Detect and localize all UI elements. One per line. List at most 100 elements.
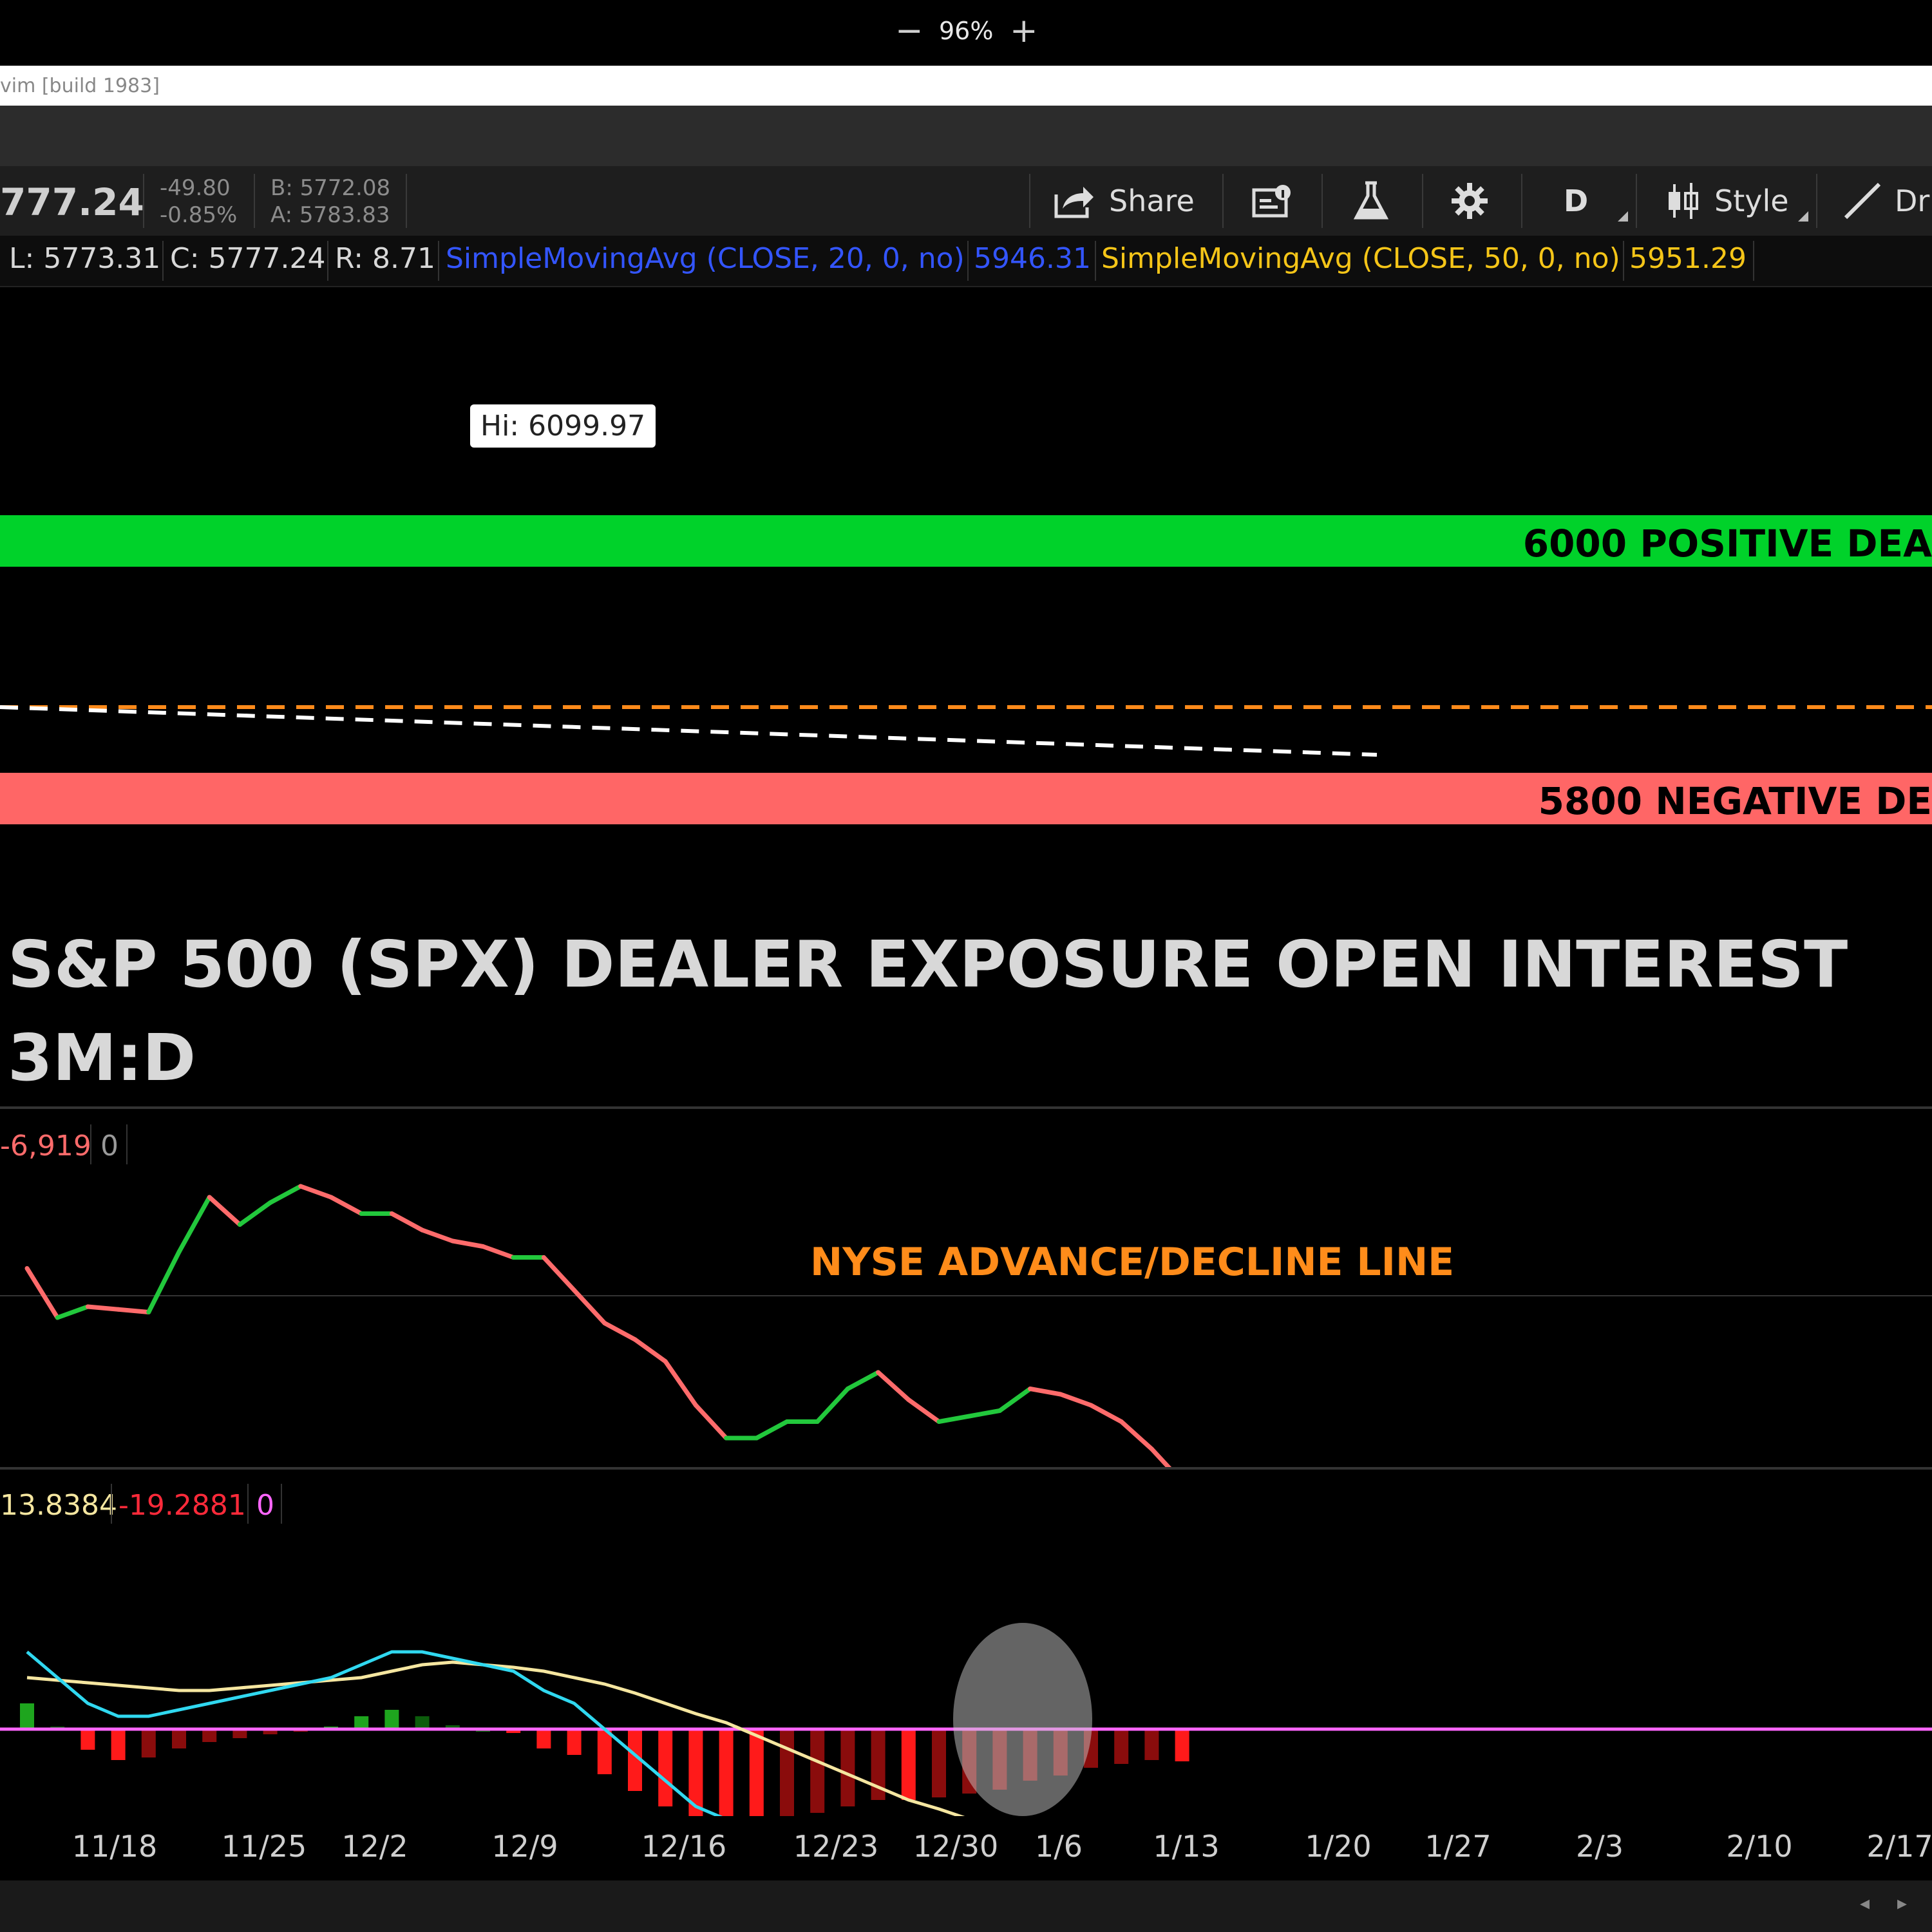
pane-separator[interactable]	[0, 1106, 1932, 1109]
macd-histogram-bar	[111, 1729, 126, 1760]
ad-line-segment	[1028, 1387, 1063, 1397]
share-button[interactable]: Share	[1054, 166, 1195, 236]
ad-line-segment	[663, 1359, 698, 1408]
sma50-value: 5951.29	[1629, 242, 1747, 275]
low-value: L: 5773.31	[9, 242, 161, 275]
ad-line-segment	[1088, 1403, 1124, 1424]
info-card-icon	[1252, 185, 1291, 218]
macd-histogram-bar	[202, 1729, 217, 1742]
macd-value: 13.8384	[0, 1489, 117, 1522]
style-label: Style	[1714, 184, 1789, 218]
date-axis-tick-label: 12/9	[491, 1829, 558, 1864]
date-axis-tick-label: 1/27	[1425, 1829, 1492, 1864]
ad-line-segment	[55, 1304, 90, 1320]
ad-line-segment	[389, 1211, 425, 1233]
sma20-study-label[interactable]: SimpleMovingAvg (CLOSE, 20, 0, no)	[446, 242, 965, 275]
studies-button[interactable]	[1352, 166, 1390, 236]
date-axis-tick-label: 2/3	[1575, 1829, 1624, 1864]
macd-histogram-bar	[172, 1729, 186, 1748]
pane-separator[interactable]	[0, 1467, 1932, 1470]
zoom-in-button[interactable]: +	[1010, 12, 1038, 50]
ad-line-segment	[754, 1419, 790, 1441]
ad-line-segment	[936, 1414, 972, 1424]
macd-histogram-bar	[384, 1710, 399, 1729]
ad-line-segment	[602, 1321, 638, 1342]
macd-histogram-bar	[1144, 1729, 1159, 1760]
ad-line-segment	[146, 1249, 182, 1314]
date-axis-tick-label: 12/16	[641, 1829, 727, 1864]
ad-line-segment	[815, 1387, 850, 1424]
scroll-right-icon[interactable]: ▸	[1897, 1892, 1907, 1915]
ad-line-segment	[1119, 1419, 1154, 1452]
ad-line-segment	[328, 1195, 364, 1216]
macd-histogram-bar	[719, 1729, 734, 1816]
advance-decline-chart[interactable]	[0, 1167, 1932, 1470]
window-title-bar: vim [build 1983]	[0, 66, 1932, 106]
ad-line-segment	[845, 1370, 881, 1391]
gear-icon	[1452, 183, 1488, 219]
date-axis-tick-label: 2/10	[1726, 1829, 1793, 1864]
dropdown-corner-icon	[1618, 211, 1628, 222]
style-button[interactable]: Style	[1665, 166, 1789, 236]
share-label: Share	[1109, 184, 1195, 218]
date-axis-tick-label: 1/20	[1305, 1829, 1372, 1864]
ad-line-segment	[450, 1238, 486, 1249]
scroll-left-icon[interactable]: ◂	[1860, 1892, 1870, 1915]
zoom-level: 96%	[939, 17, 994, 45]
chart-overlay-title: S&P 500 (SPX) DEALER EXPOSURE OPEN INTER…	[8, 918, 1848, 1104]
macd-histogram-bar	[658, 1729, 673, 1806]
ad-line-label: NYSE ADVANCE/DECLINE LINE	[810, 1240, 1455, 1285]
range-value: R: 8.71	[335, 242, 435, 275]
macd-histogram-bar	[810, 1729, 825, 1813]
ad-line-segment	[480, 1244, 516, 1260]
macd-avg-value: -19.2881	[118, 1489, 246, 1522]
ad-line-segment	[541, 1255, 577, 1293]
aggregation-selector[interactable]: D	[1564, 166, 1588, 236]
sma50-study-label[interactable]: SimpleMovingAvg (CLOSE, 50, 0, no)	[1101, 242, 1620, 275]
zoom-bar: − 96% +	[0, 0, 1932, 66]
ad-line-segment	[632, 1337, 668, 1364]
highlight-ellipse	[953, 1623, 1092, 1816]
last-price: 777.24	[0, 180, 144, 224]
date-axis-tick-label: 12/2	[341, 1829, 408, 1864]
macd-histogram-bar	[780, 1729, 794, 1816]
macd-histogram-bar	[354, 1716, 369, 1729]
trendline-dashed-line	[0, 705, 1378, 757]
macd-chart[interactable]	[0, 1526, 1932, 1816]
ad-line-segment	[420, 1227, 455, 1244]
settings-button[interactable]	[1450, 166, 1489, 236]
bid-price: B: 5772.08	[270, 175, 391, 201]
flask-icon	[1353, 181, 1389, 220]
ad-line-segment	[906, 1397, 942, 1424]
date-axis-tick-label: 11/18	[71, 1829, 158, 1864]
macd-zero: 0	[256, 1489, 274, 1522]
company-profile-button[interactable]	[1252, 166, 1293, 236]
ad-line-segment	[237, 1200, 273, 1227]
zoom-out-button[interactable]: −	[895, 12, 923, 50]
horizontal-scrollbar[interactable]: ◂ ▸	[0, 1880, 1932, 1932]
aggregation-label: D	[1564, 184, 1589, 218]
ad-line-segment	[207, 1195, 242, 1227]
date-axis-tick-label: 1/13	[1153, 1829, 1220, 1864]
macd-histogram-bar	[20, 1703, 34, 1729]
dropdown-corner-icon	[1798, 211, 1808, 222]
drawings-button[interactable]: Dr	[1843, 166, 1929, 236]
macd-histogram-bar	[536, 1729, 551, 1748]
macd-histogram-bar	[901, 1729, 916, 1800]
macd-histogram-bar	[932, 1729, 946, 1797]
date-axis-tick-label: 12/30	[913, 1829, 999, 1864]
ad-line-segment	[1058, 1392, 1094, 1408]
ad-line-segment	[693, 1403, 729, 1441]
ad-value: -6,919	[0, 1130, 91, 1162]
quote-toolbar: 777.24 -49.80 -0.85% B: 5772.08 A: 5783.…	[0, 166, 1932, 237]
price-chart[interactable]	[0, 286, 1932, 846]
ask-price: A: 5783.83	[270, 202, 390, 228]
ad-line-segment	[268, 1184, 303, 1205]
macd-histogram-bar	[80, 1729, 95, 1750]
candlestick-icon	[1669, 183, 1698, 219]
date-axis-tick-label: 1/6	[1034, 1829, 1083, 1864]
overlay-title-line2: 3M:D	[8, 1020, 196, 1095]
date-axis-tick-label: 2/17	[1866, 1829, 1932, 1864]
macd-histogram-bar	[415, 1716, 430, 1729]
ad-zero: 0	[100, 1130, 118, 1162]
